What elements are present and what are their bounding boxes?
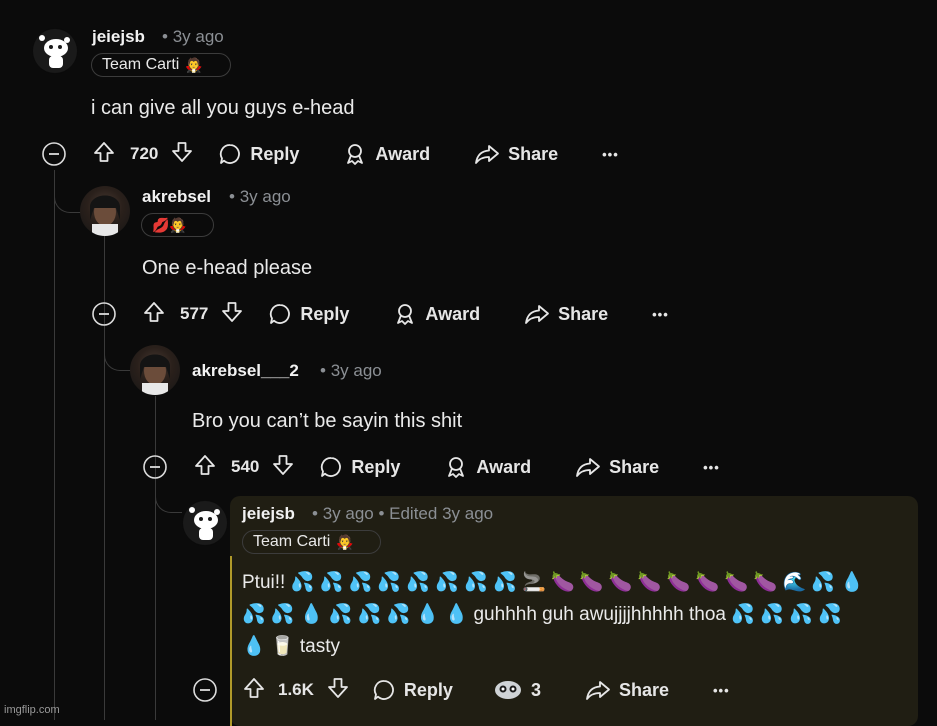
downvote-icon (273, 454, 294, 475)
downvote-icon (172, 141, 193, 162)
profile-photo-icon (140, 354, 170, 395)
timestamp: • 3y ago (320, 361, 382, 380)
comment-body: One e-head please (142, 257, 313, 279)
collapse-button[interactable] (42, 142, 66, 166)
downvote-button[interactable] (220, 300, 244, 329)
snoo-icon (33, 29, 77, 73)
vote-count: 1.6K (278, 680, 314, 699)
award-button[interactable]: 3 (493, 678, 541, 702)
timestamp: • 3y ago (229, 187, 291, 206)
upvote-icon (244, 677, 264, 698)
share-arrow-icon (475, 145, 499, 164)
downvote-button[interactable] (170, 140, 194, 169)
reply-button[interactable]: Reply (218, 142, 299, 166)
share-button[interactable]: Share (524, 302, 608, 326)
comment-body-line: 💦 💦 💧 💦 💦 💦 💧 💧 guhhhh guh awujjjjhhhhh … (242, 604, 842, 625)
share-arrow-icon (525, 305, 549, 324)
award-button[interactable]: Award (444, 455, 531, 479)
username[interactable]: jeiejsb (92, 27, 145, 47)
more-options-button[interactable]: ••• (703, 460, 720, 475)
username[interactable]: jeiejsb (242, 504, 295, 524)
minus-circle-icon (92, 302, 116, 326)
timestamp: • 3y ago • Edited 3y ago (312, 504, 494, 523)
avatar[interactable] (182, 500, 228, 546)
snoo-icon (183, 501, 227, 545)
minus-circle-icon (42, 142, 66, 166)
upvote-button[interactable] (142, 300, 166, 329)
comment-body-line: 💧 🥛 tasty (242, 636, 340, 657)
upvote-button[interactable] (193, 453, 217, 482)
downvote-icon (222, 301, 243, 322)
share-button[interactable]: Share (585, 678, 669, 702)
share-button[interactable]: Share (575, 455, 659, 479)
user-flair: Team Carti 🧛 (242, 530, 381, 554)
username[interactable]: akrebsel (142, 187, 211, 207)
award-button[interactable]: Award (393, 302, 480, 326)
collapse-button[interactable] (143, 455, 167, 479)
more-options-button[interactable]: ••• (713, 683, 730, 698)
award-icon (397, 304, 414, 325)
upvote-button[interactable] (92, 140, 116, 169)
reply-button[interactable]: Reply (319, 455, 400, 479)
comment-body: i can give all you guys e-head (91, 97, 355, 119)
collapse-button[interactable] (92, 302, 116, 326)
more-options-button[interactable]: ••• (652, 307, 669, 322)
user-flair: Team Carti 🧛 (91, 53, 231, 77)
minus-circle-icon (193, 678, 217, 702)
upvote-icon (144, 301, 164, 322)
upvote-icon (94, 141, 114, 162)
edited-label: Edited 3y ago (389, 504, 494, 523)
user-flair: 💋🧛 (141, 213, 214, 237)
comment-bubble-icon (373, 680, 394, 700)
comment-bubble-icon (270, 304, 291, 324)
thread-connector (54, 170, 81, 213)
comment-body: Bro you can’t be sayin this shit (192, 410, 463, 432)
thread-connector (104, 330, 131, 371)
award-button[interactable]: Award (343, 142, 430, 166)
username[interactable]: akrebsel___2 (192, 361, 299, 381)
upvote-button[interactable] (242, 676, 266, 705)
minus-circle-icon (143, 455, 167, 479)
thread-line (54, 170, 55, 720)
comment-actions: 577 Reply Award Share ••• (142, 299, 669, 329)
downvote-icon (328, 677, 348, 698)
timestamp: • 3y ago (162, 27, 224, 46)
avatar[interactable] (32, 28, 78, 74)
comment-bubble-icon (321, 457, 342, 477)
share-arrow-icon (586, 681, 610, 700)
comment-actions: 540 Reply Award Share ••• (193, 452, 720, 482)
thread-connector (155, 484, 182, 513)
award-icon (347, 144, 364, 165)
vote-count: 720 (130, 144, 159, 163)
collapse-button[interactable] (193, 678, 217, 702)
comment-actions: 720 Reply Award Share ••• (92, 139, 619, 169)
highlight-bar (230, 556, 232, 726)
award-count: 3 (530, 679, 541, 700)
avatar[interactable] (80, 186, 130, 236)
share-arrow-icon (576, 458, 600, 477)
vote-count: 540 (231, 457, 260, 476)
thread-line (155, 396, 156, 720)
reply-button[interactable]: Reply (372, 678, 453, 702)
profile-photo-icon (90, 195, 120, 236)
downvote-button[interactable] (326, 676, 350, 705)
reply-button[interactable]: Reply (268, 302, 349, 326)
award-icon (448, 457, 465, 478)
comment-actions: 1.6K Reply 3 Share ••• (242, 675, 730, 705)
share-button[interactable]: Share (474, 142, 558, 166)
comment-bubble-icon (220, 144, 241, 164)
downvote-button[interactable] (271, 453, 295, 482)
award-badge-icon (494, 681, 521, 699)
comment-body-line: Ptui!! 💦 💦 💦 💦 💦 💦 💦 💦 🚬 🍆 🍆 🍆 🍆 🍆 🍆 🍆 🍆… (242, 572, 865, 593)
vote-count: 577 (180, 304, 209, 323)
more-options-button[interactable]: ••• (602, 147, 619, 162)
avatar[interactable] (130, 345, 180, 395)
watermark: imgflip.com (4, 704, 60, 716)
upvote-icon (195, 454, 215, 475)
